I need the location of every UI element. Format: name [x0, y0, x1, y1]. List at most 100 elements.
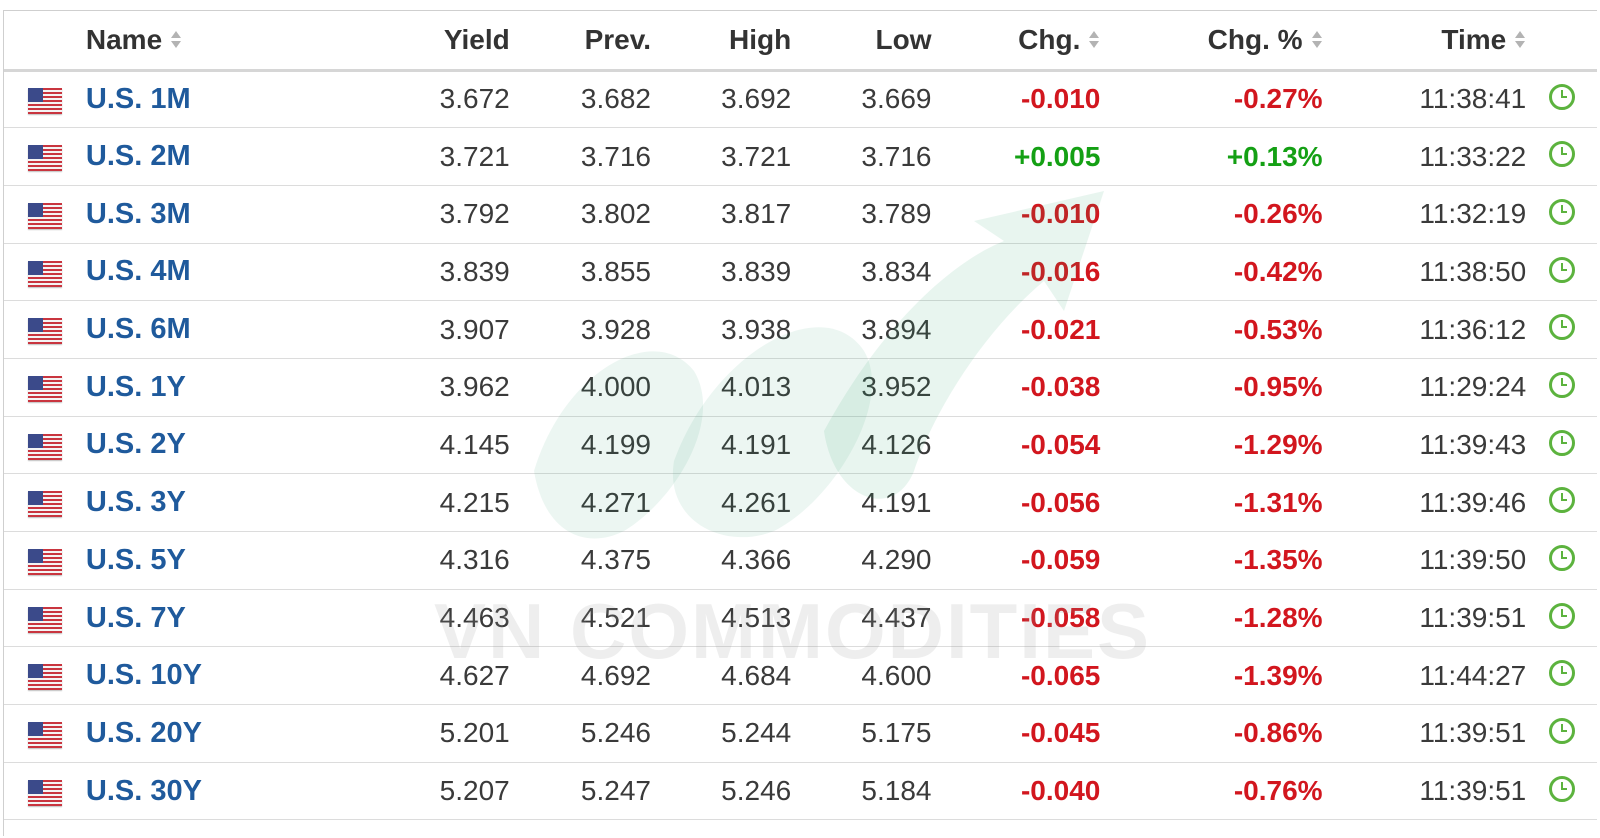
sort-icon[interactable]: [1514, 29, 1526, 51]
instrument-link[interactable]: U.S. 30Y: [86, 775, 202, 807]
instrument-link[interactable]: U.S. 10Y: [86, 659, 202, 691]
table-row: U.S. 20Y 5.201 5.246 5.244 5.175 -0.045 -0.86%…: [4, 705, 1597, 763]
us-flag-icon: [28, 722, 62, 749]
us-flag-icon: [28, 318, 62, 345]
us-flag-icon: [28, 375, 62, 402]
sort-icon[interactable]: [1088, 29, 1100, 51]
high-cell: 3.692: [721, 83, 792, 115]
clock-cell: [1526, 762, 1597, 820]
chg-cell: -0.021: [1020, 313, 1101, 345]
instrument-link[interactable]: U.S. 1Y: [86, 371, 186, 403]
low-cell: 4.600: [861, 659, 932, 691]
us-flag-icon: [28, 664, 62, 691]
low-cell: 3.789: [861, 198, 932, 230]
chg-pct-cell: -0.95%: [1233, 371, 1323, 403]
bond-yields-table: Name Yield Prev. High Low Chg. Chg. % Ti…: [4, 11, 1597, 820]
chg-cell: -0.010: [1020, 83, 1101, 115]
clock-icon: [1549, 429, 1576, 456]
us-flag-icon: [28, 202, 62, 229]
chg-pct-cell: -0.42%: [1233, 255, 1323, 287]
prev-cell: 5.247: [580, 775, 651, 807]
yield-cell: 3.792: [439, 198, 510, 230]
clock-cell: [1526, 647, 1597, 705]
yield-cell: 4.145: [439, 428, 510, 460]
instrument-link[interactable]: U.S. 6M: [86, 313, 191, 345]
name-header-label: Name: [85, 23, 163, 55]
table-row: U.S. 6M 3.907 3.928 3.938 3.894 -0.021 -0.53% 1…: [4, 301, 1597, 359]
clock-cell: [1526, 532, 1597, 590]
clock-cell: [1526, 589, 1597, 647]
high-cell: 4.261: [721, 486, 792, 518]
yield-cell: 3.672: [439, 83, 510, 115]
time-column-header[interactable]: Time: [1323, 11, 1527, 70]
yield-cell: 3.721: [439, 140, 510, 172]
chg-cell: -0.059: [1020, 544, 1101, 576]
sort-icon[interactable]: [1311, 29, 1323, 51]
chg-cell: -0.065: [1020, 659, 1101, 691]
prev-cell: 4.521: [580, 602, 651, 634]
instrument-link[interactable]: U.S. 20Y: [86, 717, 202, 749]
instrument-link[interactable]: U.S. 1M: [86, 83, 191, 115]
instrument-link[interactable]: U.S. 2M: [86, 140, 191, 172]
name-cell: U.S. 20Y: [86, 705, 403, 763]
flag-column-header: [4, 11, 86, 70]
instrument-link[interactable]: U.S. 3M: [86, 198, 191, 230]
chg-pct-header-label: Chg. %: [1207, 23, 1303, 55]
low-cell: 3.834: [861, 255, 932, 287]
time-cell: 11:39:46: [1419, 486, 1527, 518]
prev-cell: 3.928: [580, 313, 651, 345]
table-header-row: Name Yield Prev. High Low Chg. Chg. % Ti…: [4, 11, 1597, 70]
clock-cell: [1526, 70, 1597, 128]
time-cell: 11:33:22: [1419, 140, 1527, 172]
us-flag-icon: [28, 491, 62, 518]
clock-cell: [1526, 301, 1597, 359]
time-cell: 11:39:43: [1419, 428, 1527, 460]
instrument-link[interactable]: U.S. 5Y: [86, 544, 186, 576]
clock-column-header: [1526, 11, 1597, 70]
name-cell: U.S. 7Y: [86, 589, 403, 647]
sort-icon[interactable]: [170, 29, 182, 51]
us-flag-icon: [28, 548, 62, 575]
instrument-link[interactable]: U.S. 7Y: [86, 602, 186, 634]
name-cell: U.S. 5Y: [86, 532, 403, 590]
low-cell: 3.669: [861, 83, 932, 115]
chg-pct-cell: -0.76%: [1233, 775, 1323, 807]
name-cell: U.S. 6M: [86, 301, 403, 359]
low-cell: 5.175: [861, 717, 932, 749]
bond-yields-panel: Name Yield Prev. High Low Chg. Chg. % Ti…: [3, 10, 1597, 836]
table-row: U.S. 10Y 4.627 4.692 4.684 4.600 -0.065 -1.39%…: [4, 647, 1597, 705]
flag-cell: [4, 185, 86, 243]
flag-cell: [4, 532, 86, 590]
name-cell: U.S. 1Y: [86, 358, 403, 416]
clock-icon: [1549, 544, 1576, 571]
instrument-link[interactable]: U.S. 4M: [86, 255, 191, 287]
instrument-link[interactable]: U.S. 3Y: [86, 486, 186, 518]
chg-cell: -0.038: [1020, 371, 1101, 403]
high-cell: 5.246: [721, 775, 792, 807]
name-cell: U.S. 30Y: [86, 762, 403, 820]
high-cell: 5.244: [721, 717, 792, 749]
instrument-link[interactable]: U.S. 2Y: [86, 428, 186, 460]
clock-cell: [1526, 474, 1597, 532]
chg-column-header[interactable]: Chg.: [931, 11, 1100, 70]
low-cell: 4.290: [861, 544, 932, 576]
flag-cell: [4, 647, 86, 705]
time-cell: 11:32:19: [1419, 198, 1527, 230]
yield-cell: 4.316: [439, 544, 510, 576]
time-cell: 11:38:41: [1419, 83, 1527, 115]
chg-cell: -0.040: [1020, 775, 1101, 807]
name-column-header[interactable]: Name: [86, 11, 403, 70]
table-row: U.S. 3Y 4.215 4.271 4.261 4.191 -0.056 -1.31% 1…: [4, 474, 1597, 532]
chg-cell: -0.016: [1020, 255, 1101, 287]
chg-cell: +0.005: [1013, 140, 1101, 172]
us-flag-icon: [28, 145, 62, 172]
high-cell: 4.013: [721, 371, 792, 403]
flag-cell: [4, 243, 86, 301]
chg-pct-column-header[interactable]: Chg. %: [1100, 11, 1322, 70]
time-cell: 11:29:24: [1419, 371, 1527, 403]
yield-cell: 3.962: [439, 371, 510, 403]
clock-icon: [1549, 775, 1576, 802]
chg-pct-cell: -1.28%: [1233, 602, 1323, 634]
flag-cell: [4, 416, 86, 474]
prev-column-header: Prev.: [584, 23, 651, 55]
